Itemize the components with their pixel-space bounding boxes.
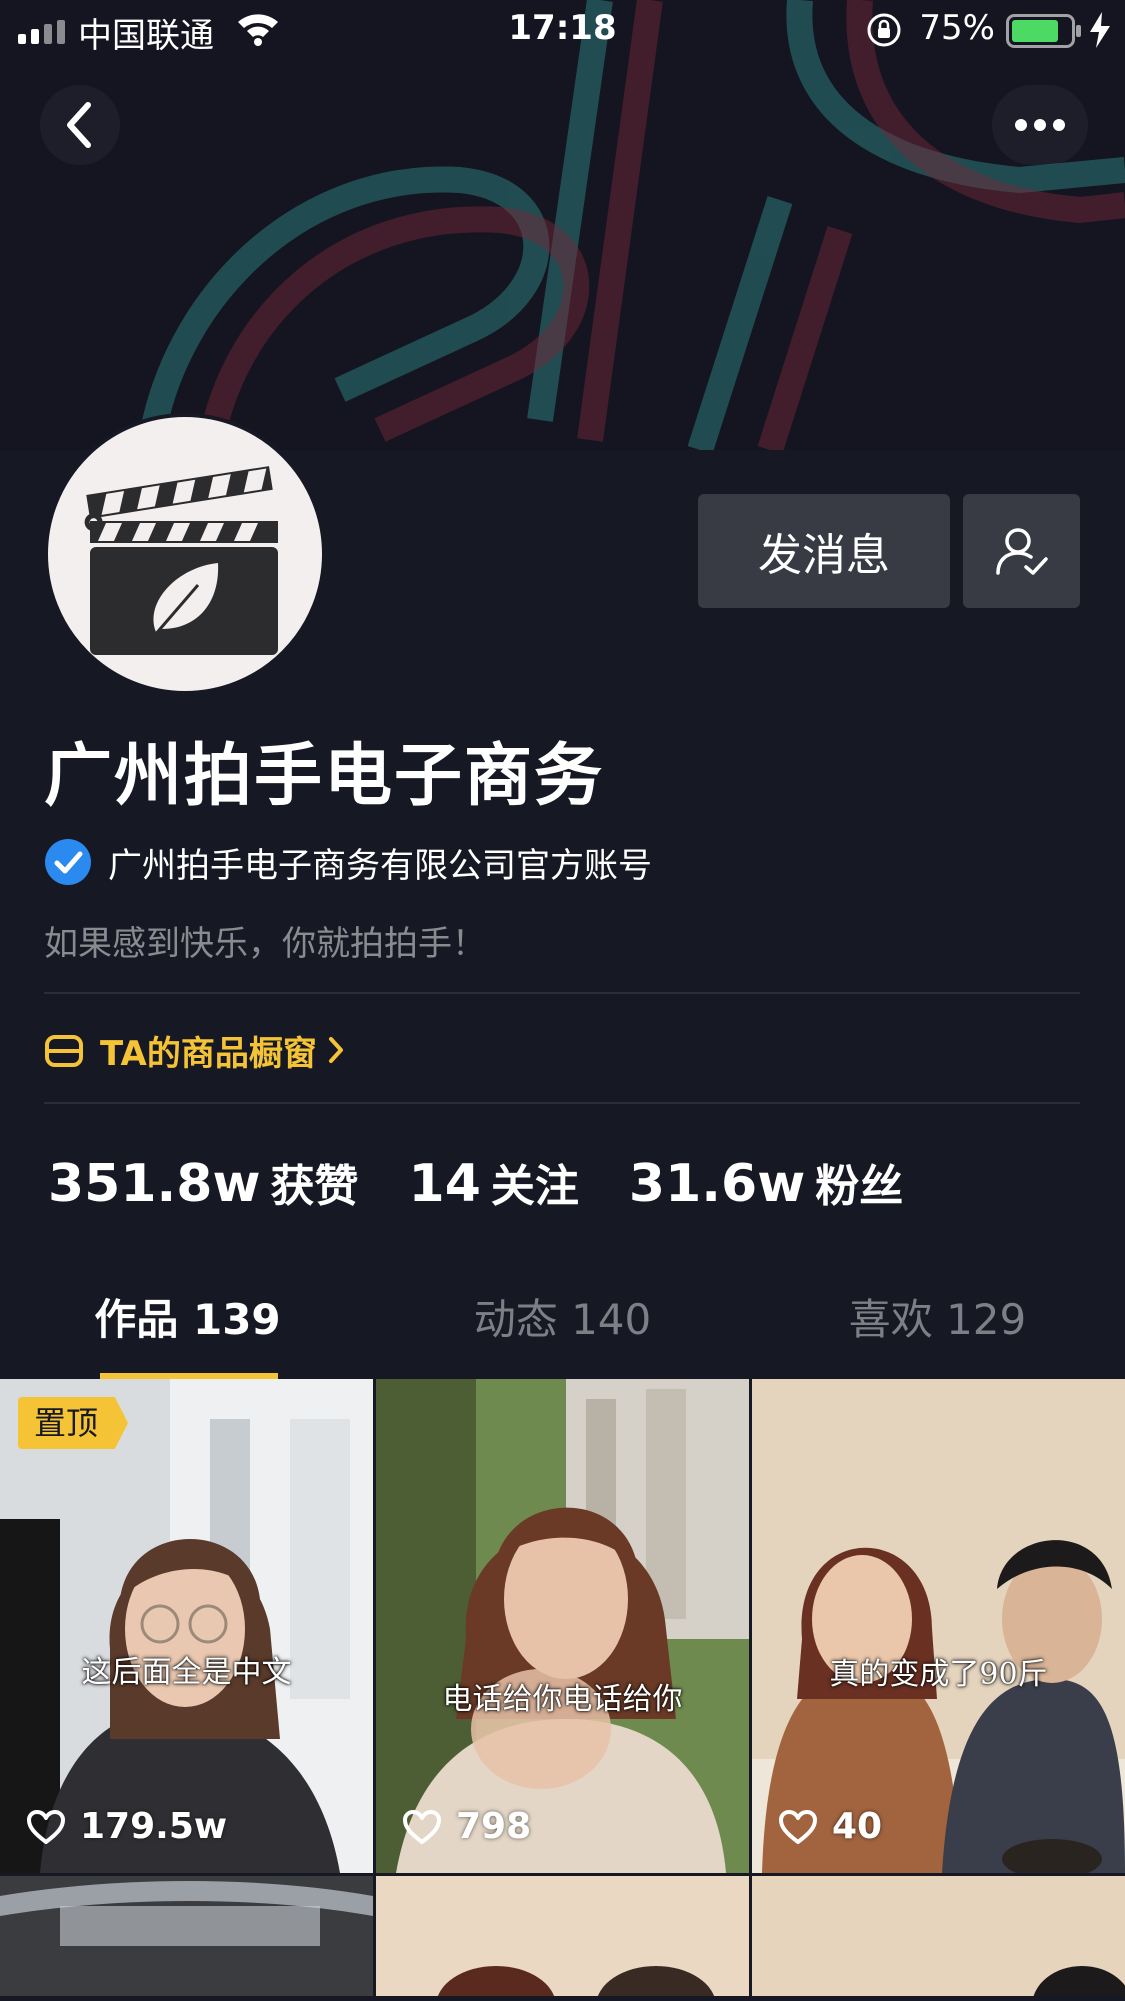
charging-icon bbox=[1090, 12, 1110, 48]
clapperboard-logo-icon bbox=[84, 466, 278, 655]
video-thumbnail bbox=[0, 1379, 373, 1873]
video-thumbnail bbox=[376, 1379, 749, 1873]
stat-label: 获赞 bbox=[270, 1161, 359, 1212]
tab-label: 作品 139 bbox=[94, 1295, 281, 1344]
tab-activity[interactable]: 动态 140 bbox=[375, 1280, 750, 1380]
back-button[interactable] bbox=[40, 85, 120, 165]
divider bbox=[44, 992, 1080, 994]
video-tile[interactable]: 真的变成了90斤 40 bbox=[752, 1379, 1125, 1873]
video-tile[interactable]: 置顶 这后面全是中文 179.5w bbox=[0, 1379, 373, 1873]
like-count: 798 bbox=[402, 1806, 531, 1847]
stat-likes[interactable]: 351.8w 获赞 bbox=[48, 1150, 359, 1214]
tab-works[interactable]: 作品 139 bbox=[0, 1280, 375, 1380]
more-horizontal-icon bbox=[1015, 119, 1065, 131]
video-tile[interactable] bbox=[752, 1876, 1125, 1996]
user-check-icon bbox=[995, 528, 1048, 575]
stat-value: 351.8w bbox=[48, 1154, 261, 1214]
heart-icon bbox=[403, 1809, 441, 1844]
video-tile[interactable]: 电话给你电话给你 798 bbox=[376, 1379, 749, 1873]
tab-label: 喜欢 129 bbox=[848, 1295, 1027, 1344]
divider bbox=[44, 1102, 1080, 1104]
verification-row: 广州拍手电子商务有限公司官方账号 bbox=[44, 836, 652, 888]
battery-percent: 75% bbox=[919, 8, 995, 48]
video-caption: 电话给你电话给你 bbox=[442, 1682, 683, 1717]
chevron-left-icon bbox=[67, 102, 91, 148]
chevron-right-icon bbox=[328, 1037, 343, 1063]
stat-label: 关注 bbox=[490, 1161, 579, 1212]
video-thumbnail bbox=[752, 1379, 1125, 1873]
banner-logo-art bbox=[137, 0, 1125, 450]
video-caption: 真的变成了90斤 bbox=[829, 1657, 1048, 1692]
profile-name: 广州拍手电子商务 bbox=[44, 737, 605, 816]
followed-button[interactable] bbox=[963, 494, 1080, 608]
verified-badge-icon bbox=[45, 839, 91, 885]
like-count-value: 40 bbox=[832, 1806, 883, 1847]
shop-window-icon bbox=[45, 1035, 83, 1067]
battery-icon bbox=[1006, 14, 1081, 48]
video-thumbnail bbox=[376, 1876, 749, 1996]
more-button[interactable] bbox=[992, 85, 1088, 165]
tab-label: 动态 140 bbox=[473, 1295, 652, 1344]
stat-followers[interactable]: 31.6w 粉丝 bbox=[629, 1150, 903, 1214]
heart-icon bbox=[779, 1809, 817, 1844]
stat-label: 粉丝 bbox=[815, 1161, 904, 1212]
profile-banner bbox=[0, 0, 1125, 450]
like-count: 179.5w bbox=[26, 1806, 227, 1847]
video-thumbnail bbox=[752, 1876, 1125, 1996]
content-tabs: 作品 139 动态 140 喜欢 129 bbox=[0, 1280, 1125, 1380]
avatar[interactable] bbox=[44, 413, 326, 695]
video-caption: 这后面全是中文 bbox=[81, 1655, 292, 1690]
heart-icon bbox=[27, 1809, 65, 1844]
profile-bio: 如果感到快乐，你就拍拍手！ bbox=[44, 924, 486, 964]
video-grid: 置顶 这后面全是中文 179.5w 电话给你电话给你 798 真的变成了90斤 … bbox=[0, 1379, 1125, 1996]
video-thumbnail bbox=[0, 1876, 373, 1996]
stat-value: 14 bbox=[408, 1154, 481, 1214]
stat-following[interactable]: 14 关注 bbox=[409, 1150, 579, 1214]
like-count-value: 179.5w bbox=[80, 1806, 228, 1847]
status-bar: 中国联通 17:18 75% bbox=[0, 0, 1125, 62]
pinned-badge: 置顶 bbox=[18, 1397, 129, 1449]
video-tile[interactable] bbox=[0, 1876, 373, 1996]
shop-window-label: TA的商品橱窗 bbox=[100, 1033, 317, 1074]
verified-text: 广州拍手电子商务有限公司官方账号 bbox=[108, 845, 652, 886]
profile-stats: 351.8w 获赞 14 关注 31.6w 粉丝 bbox=[48, 1150, 953, 1214]
like-count: 40 bbox=[778, 1806, 882, 1847]
rotation-lock-icon bbox=[867, 13, 901, 47]
stat-value: 31.6w bbox=[628, 1154, 806, 1214]
tab-likes[interactable]: 喜欢 129 bbox=[750, 1280, 1125, 1380]
video-tile[interactable] bbox=[376, 1876, 749, 1996]
like-count-value: 798 bbox=[456, 1806, 532, 1847]
shop-window-link[interactable]: TA的商品橱窗 bbox=[44, 1022, 345, 1078]
send-message-button[interactable]: 发消息 bbox=[698, 494, 950, 608]
